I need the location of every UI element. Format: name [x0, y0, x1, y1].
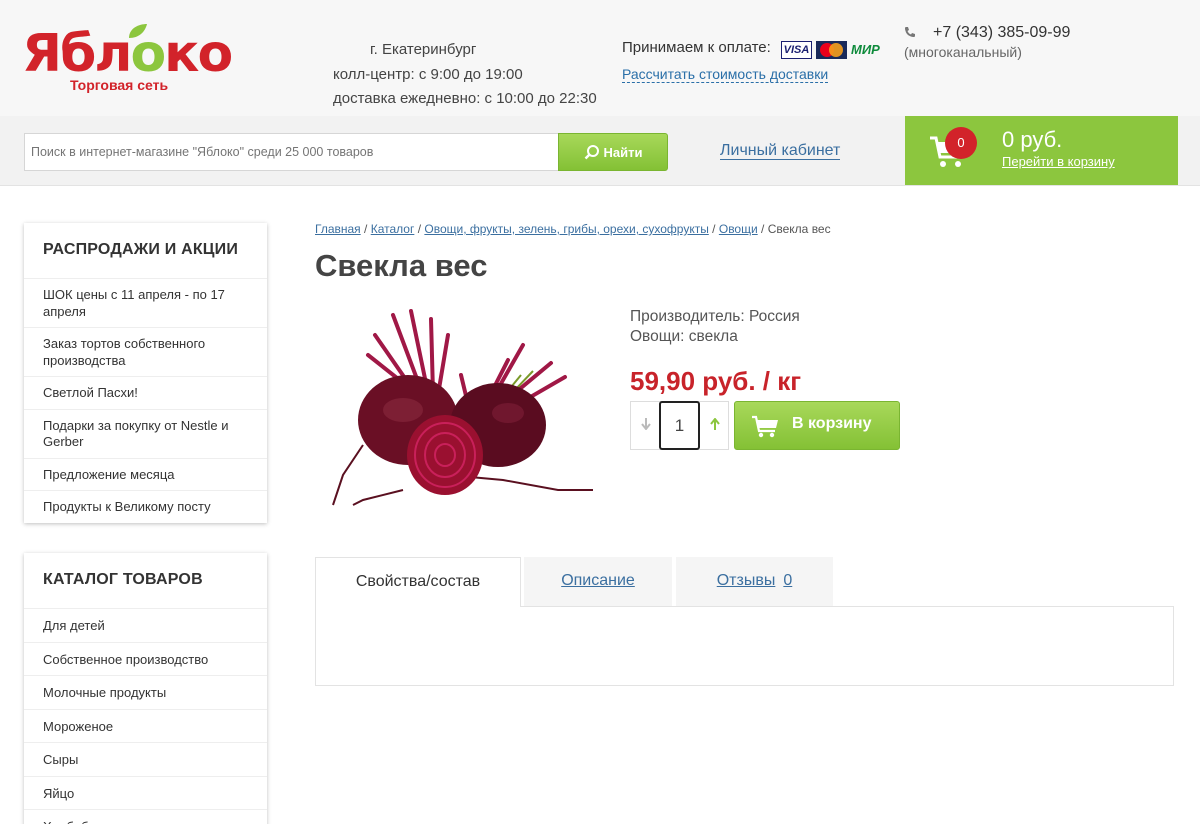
catalog-item[interactable]: Молочные продукты — [24, 676, 267, 710]
catalog-item[interactable]: Для детей — [24, 609, 267, 643]
catalog-item[interactable]: Яйцо — [24, 777, 267, 810]
product-price: 59,90 руб. / кг — [630, 366, 802, 396]
arrow-down-icon[interactable] — [631, 402, 660, 449]
delivery-hours: доставка ежедневно: с 10:00 до 22:30 — [333, 90, 597, 107]
breadcrumb-link[interactable]: Овощи, фрукты, зелень, грибы, орехи, сух… — [424, 222, 708, 236]
catalog-item[interactable]: Сыры — [24, 743, 267, 777]
payment-cards: VISA МИР — [781, 41, 887, 59]
promo-item[interactable]: Продукты к Великому посту — [24, 491, 267, 523]
promo-item[interactable]: Заказ тортов собственного производства — [24, 328, 267, 377]
search-button[interactable]: Найти — [558, 133, 668, 171]
breadcrumb-link[interactable]: Главная — [315, 222, 361, 236]
tab-reviews[interactable]: Отзывы 0 — [676, 557, 833, 606]
mastercard-icon — [816, 41, 847, 59]
catalog-item[interactable]: Хлебобулочные изделия и — [24, 810, 267, 824]
add-to-cart-label: В корзину — [792, 415, 872, 432]
promo-item[interactable]: Предложение месяца — [24, 459, 267, 491]
promo-title: РАСПРОДАЖИ И АКЦИИ — [24, 223, 267, 279]
breadcrumb-link[interactable]: Овощи — [719, 222, 758, 236]
payment-label: Принимаем к оплате: — [622, 39, 771, 56]
quantity-stepper: 1 — [630, 401, 729, 450]
product-attributes: Производитель: Россия Овощи: свекла — [630, 307, 800, 347]
go-to-cart-link[interactable]: Перейти в корзину — [1002, 154, 1115, 169]
promo-item[interactable]: Подарки за покупку от Nestle и Gerber — [24, 410, 267, 459]
top-header: Яблоко Торговая сеть г. Екатеринбург кол… — [0, 0, 1200, 116]
breadcrumb: Главная / Каталог / Овощи, фрукты, зелен… — [315, 222, 831, 236]
contact-info: г. Екатеринбург колл-центр: с 9:00 до 19… — [333, 38, 597, 112]
catalog-title: КАТАЛОГ ТОВАРОВ — [24, 553, 267, 609]
breadcrumb-current: Свекла вес — [767, 222, 831, 236]
cart-icon — [752, 415, 778, 438]
search-button-label: Найти — [603, 144, 643, 160]
arrow-up-icon[interactable] — [701, 402, 729, 449]
callcenter-hours: колл-центр: с 9:00 до 19:00 — [333, 65, 523, 83]
logo-subtitle: Торговая сеть — [70, 77, 169, 93]
tab-description[interactable]: Описание — [524, 557, 672, 606]
promo-box: РАСПРОДАЖИ И АКЦИИ ШОК цены с 11 апреля … — [24, 223, 267, 523]
city-label: г. Екатеринбург — [370, 41, 477, 58]
phone-note: (многоканальный) — [904, 44, 1022, 60]
product-image[interactable] — [323, 305, 603, 515]
phone-number[interactable]: +7 (343) 385-09-99 — [933, 24, 1070, 42]
promo-item[interactable]: ШОК цены с 11 апреля - по 17 апреля — [24, 279, 267, 328]
vegetable-type-label: Овощи: свекла — [630, 328, 738, 345]
apple-leaf-icon — [129, 24, 147, 38]
promo-item[interactable]: Светлой Пасхи! — [24, 377, 267, 410]
catalog-item[interactable]: Собственное производство — [24, 643, 267, 676]
quantity-input[interactable]: 1 — [659, 401, 700, 450]
search-input[interactable] — [24, 133, 559, 171]
cart-total: 0 руб. — [1002, 127, 1063, 152]
tab-properties[interactable]: Свойства/состав — [315, 557, 521, 607]
add-to-cart-button[interactable]: В корзину — [734, 401, 900, 450]
phone-icon — [904, 26, 916, 41]
page-title: Свекла вес — [315, 248, 488, 283]
breadcrumb-link[interactable]: Каталог — [371, 222, 415, 236]
delivery-cost-link[interactable]: Рассчитать стоимость доставки — [622, 66, 829, 83]
reviews-count: 0 — [783, 572, 793, 589]
manufacturer-label: Производитель: Россия — [630, 308, 800, 325]
logo[interactable]: Яблоко Торговая сеть — [22, 22, 233, 96]
catalog-box: КАТАЛОГ ТОВАРОВ Для детей Собственное пр… — [24, 553, 267, 824]
catalog-item[interactable]: Мороженое — [24, 710, 267, 743]
account-link[interactable]: Личный кабинет — [720, 142, 841, 160]
mir-icon: МИР — [851, 42, 880, 57]
visa-icon: VISA — [781, 41, 812, 59]
tab-content-panel — [315, 606, 1174, 686]
cart-count-badge: 0 — [945, 127, 977, 159]
search-icon — [584, 145, 599, 160]
